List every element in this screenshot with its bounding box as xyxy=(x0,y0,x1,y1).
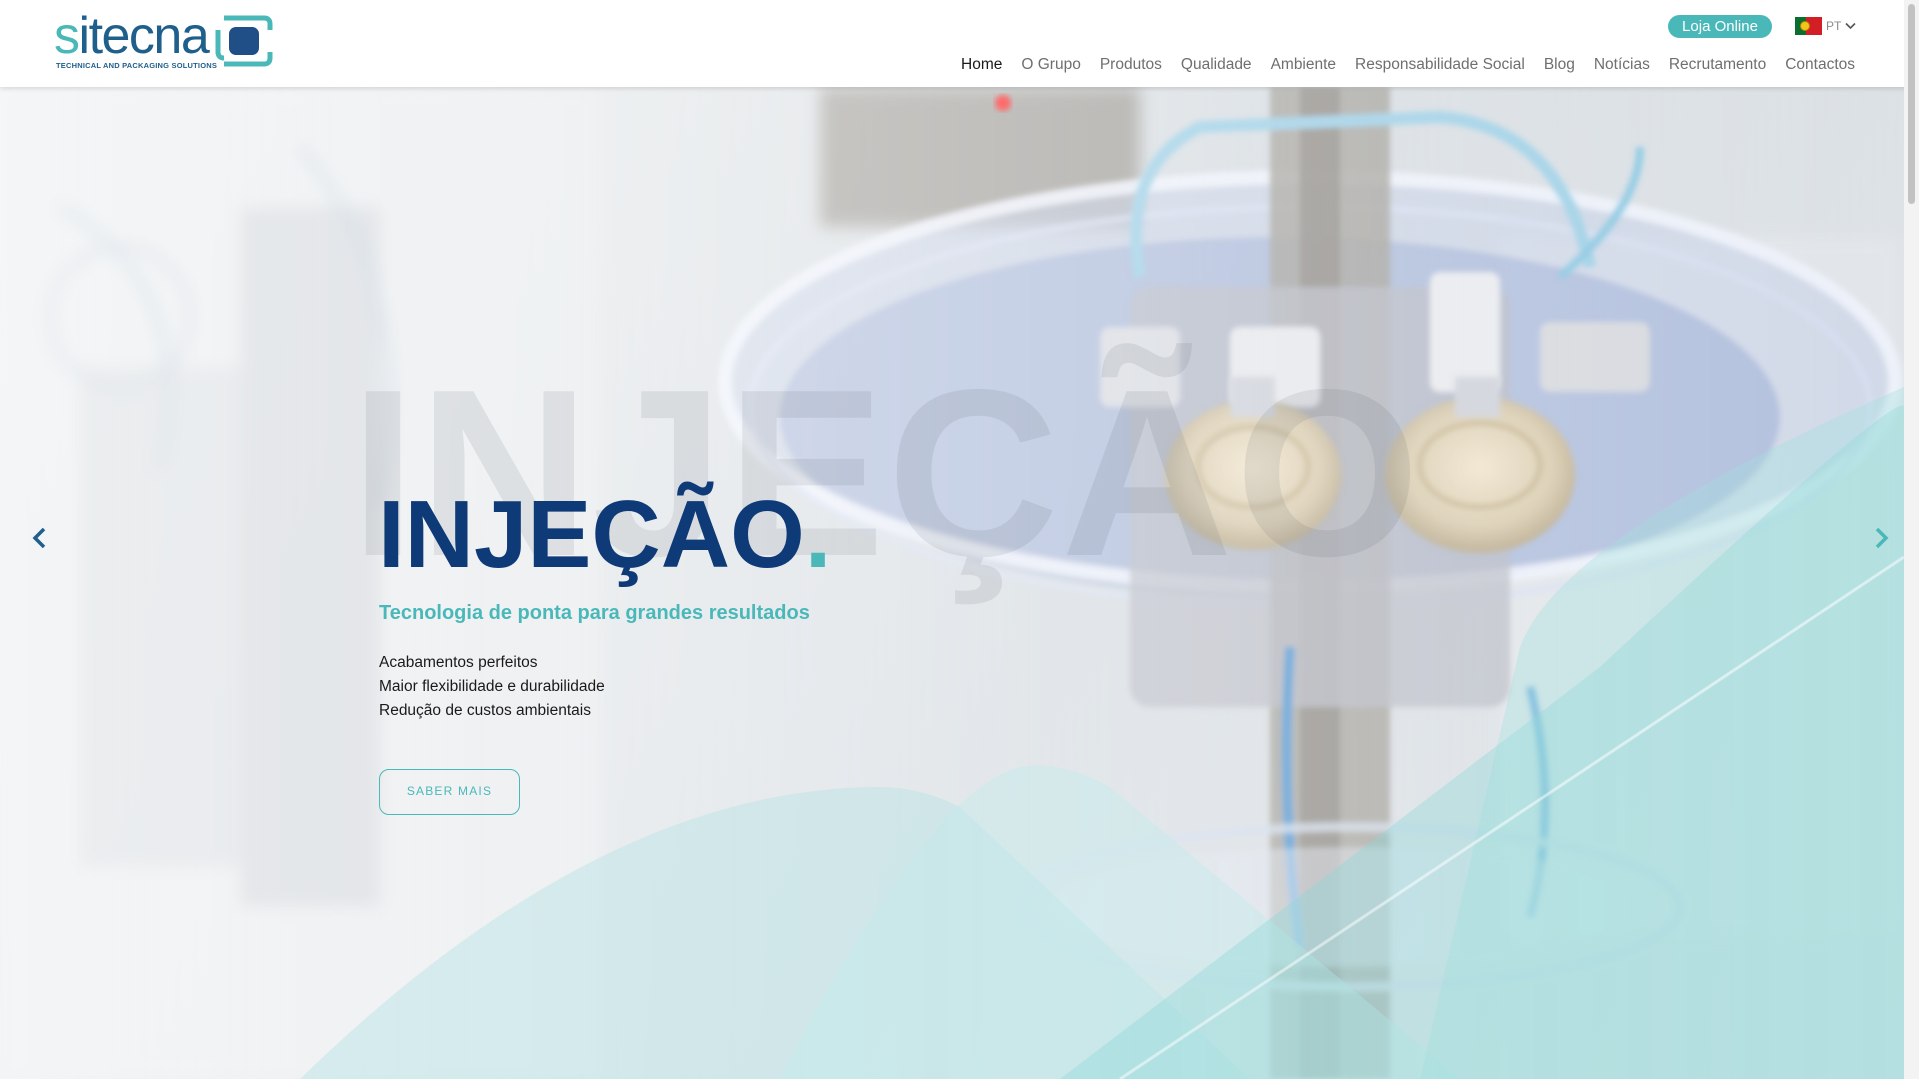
logo-mark-icon xyxy=(215,15,273,67)
site-header: sitecna TECHNICAL AND PACKAGING SOLUTION… xyxy=(0,0,1919,87)
hero-subtitle: Tecnologia de ponta para grandes resulta… xyxy=(379,602,810,624)
nav-contactos[interactable]: Contactos xyxy=(1785,56,1855,74)
main-nav: Home O Grupo Produtos Qualidade Ambiente… xyxy=(942,56,1855,74)
nav-blog[interactable]: Blog xyxy=(1544,56,1575,74)
scrollbar-thumb[interactable] xyxy=(1908,4,1915,204)
nav-o-grupo[interactable]: O Grupo xyxy=(1021,56,1080,74)
list-item: Maior flexibilidade e durabilidade xyxy=(379,678,605,695)
portugal-flag-icon xyxy=(1795,17,1822,35)
nav-noticias[interactable]: Notícias xyxy=(1594,56,1650,74)
language-code: PT xyxy=(1826,19,1842,33)
hero-title: INJEÇÃO. xyxy=(378,481,832,588)
sitecna-logo[interactable]: sitecna TECHNICAL AND PACKAGING SOLUTION… xyxy=(54,7,284,74)
nav-ambiente[interactable]: Ambiente xyxy=(1271,56,1336,74)
nav-responsabilidade-social[interactable]: Responsabilidade Social xyxy=(1355,56,1525,74)
chevron-right-icon[interactable] xyxy=(1869,524,1893,552)
hero-feature-list: Acabamentos perfeitos Maior flexibilidad… xyxy=(379,651,605,723)
list-item: Acabamentos perfeitos xyxy=(379,654,538,671)
nav-produtos[interactable]: Produtos xyxy=(1100,56,1162,74)
language-selector[interactable]: PT xyxy=(1795,16,1856,36)
logo-wordmark: sitecna xyxy=(54,7,210,65)
list-item: Redução de custos ambientais xyxy=(379,702,591,719)
nav-qualidade[interactable]: Qualidade xyxy=(1181,56,1252,74)
nav-recrutamento[interactable]: Recrutamento xyxy=(1669,56,1766,74)
logo-tagline: TECHNICAL AND PACKAGING SOLUTIONS xyxy=(56,61,218,70)
hero-slider: INJEÇÃO INJEÇÃO. Tecnologia de ponta par… xyxy=(0,87,1904,1079)
page-scrollbar[interactable] xyxy=(1904,0,1919,1079)
saber-mais-button[interactable]: SABER MAIS xyxy=(379,769,520,815)
chevron-left-icon[interactable] xyxy=(28,524,52,552)
nav-home[interactable]: Home xyxy=(961,56,1002,74)
online-shop-button[interactable]: Loja Online xyxy=(1668,15,1772,38)
chevron-down-icon xyxy=(1845,22,1856,30)
